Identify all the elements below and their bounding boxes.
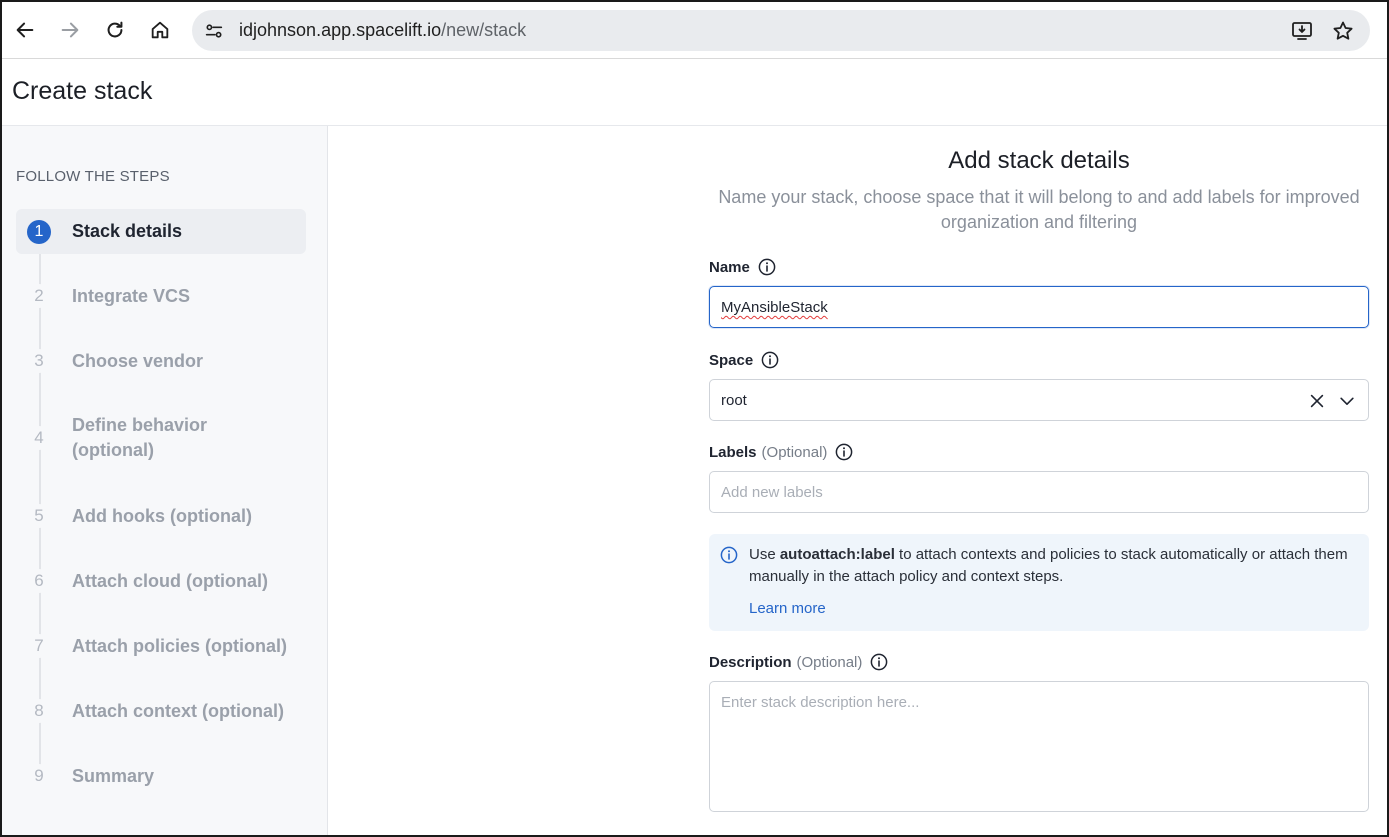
step-number: 5: [27, 504, 51, 528]
step-label: Stack details: [72, 221, 183, 241]
browser-window: idjohnson.app.spacelift.io/new/stack Cre…: [0, 0, 1389, 837]
step-stack-details[interactable]: 1 Stack details: [16, 209, 306, 254]
step-label: Attach policies (optional): [72, 635, 288, 656]
steps-sidebar: FOLLOW THE STEPS 1 Stack details 2 Integ…: [2, 126, 328, 835]
callout-keyword: autoattach:label: [779, 546, 895, 563]
form-header: Add stack details Name your stack, choos…: [709, 147, 1369, 235]
callout-text: Use autoattach:label to attach contexts …: [749, 544, 1349, 588]
callout-prefix: Use: [749, 546, 780, 563]
info-icon[interactable]: [758, 258, 776, 276]
site-settings-icon[interactable]: [202, 19, 226, 43]
step-label: Attach context (optional): [72, 700, 284, 721]
step-label: Attach cloud (optional): [72, 570, 268, 591]
step-integrate-vcs[interactable]: 2 Integrate VCS: [16, 282, 306, 310]
forward-button[interactable]: [53, 13, 87, 47]
form-title: Add stack details: [948, 147, 1130, 174]
step-number: 9: [27, 764, 51, 788]
info-icon[interactable]: [835, 443, 853, 461]
labels-label-text: Labels: [709, 443, 757, 461]
step-label: Integrate VCS: [72, 285, 191, 306]
page-title: Create stack: [12, 77, 153, 105]
step-label: Choose vendor: [72, 350, 204, 371]
autoattach-callout: Use autoattach:label to attach contexts …: [709, 534, 1369, 631]
step-choose-vendor[interactable]: 3 Choose vendor: [16, 347, 306, 375]
space-label-text: Space: [709, 351, 754, 369]
step-label: Add hooks (optional): [72, 505, 252, 526]
info-icon[interactable]: [761, 351, 779, 369]
learn-more-link[interactable]: Learn more: [749, 600, 826, 617]
step-define-behavior[interactable]: 4 Define behavior (optional): [16, 412, 306, 464]
step-number: 2: [27, 284, 51, 308]
labels-label: Labels (Optional): [709, 443, 853, 461]
step-attach-cloud[interactable]: 6 Attach cloud (optional): [16, 567, 306, 595]
optional-tag: (Optional): [796, 653, 863, 671]
info-icon: [720, 546, 738, 564]
description-textarea[interactable]: Enter stack description here...: [709, 681, 1369, 812]
step-number: 4: [27, 426, 51, 450]
steps-heading: FOLLOW THE STEPS: [16, 168, 170, 185]
step-number: 8: [27, 699, 51, 723]
page-header: Create stack: [2, 59, 1387, 126]
step-add-hooks[interactable]: 5 Add hooks (optional): [16, 502, 306, 530]
name-label: Name: [709, 258, 776, 276]
name-input[interactable]: MyAnsibleStack: [709, 286, 1369, 328]
reload-button[interactable]: [98, 13, 132, 47]
install-app-icon: [1292, 22, 1312, 40]
url-host: idjohnson.app.spacelift.io: [239, 20, 442, 40]
clear-icon[interactable]: [1307, 391, 1327, 411]
bookmark-button[interactable]: [1330, 18, 1356, 44]
step-label: Define behavior (optional): [72, 415, 208, 460]
browser-toolbar: idjohnson.app.spacelift.io/new/stack: [2, 2, 1387, 59]
form-subtitle: Name your stack, choose space that it wi…: [718, 187, 1360, 232]
space-select-value: root: [721, 392, 747, 409]
description-label: Description (Optional): [709, 653, 888, 671]
install-app-button[interactable]: [1289, 18, 1315, 44]
step-attach-context[interactable]: 8 Attach context (optional): [16, 697, 306, 725]
step-number: 1: [27, 219, 51, 244]
description-label-text: Description: [709, 653, 792, 671]
back-button[interactable]: [8, 13, 42, 47]
labels-input[interactable]: Add new labels: [709, 471, 1369, 513]
url-text[interactable]: idjohnson.app.spacelift.io/new/stack: [239, 20, 526, 41]
reload-icon: [107, 21, 123, 38]
arrow-right-icon: [61, 22, 79, 38]
description-placeholder: Enter stack description here...: [721, 694, 920, 711]
arrow-left-icon: [16, 22, 34, 38]
step-number: 6: [27, 569, 51, 593]
step-label: Summary: [72, 765, 155, 786]
home-button[interactable]: [143, 13, 177, 47]
home-icon: [151, 21, 169, 39]
optional-tag: (Optional): [761, 443, 828, 461]
step-number: 3: [27, 349, 51, 373]
step-summary[interactable]: 9 Summary: [16, 762, 306, 790]
url-path: /new/stack: [441, 20, 527, 40]
space-label: Space: [709, 351, 779, 369]
address-bar[interactable]: idjohnson.app.spacelift.io/new/stack: [192, 10, 1370, 51]
step-number: 7: [27, 634, 51, 658]
step-attach-policies[interactable]: 7 Attach policies (optional): [16, 632, 306, 660]
name-input-value: MyAnsibleStack: [721, 299, 828, 316]
space-select[interactable]: root: [709, 379, 1369, 421]
name-label-text: Name: [709, 258, 750, 276]
star-icon: [1333, 21, 1353, 40]
chevron-down-icon[interactable]: [1337, 391, 1357, 411]
info-icon[interactable]: [870, 653, 888, 671]
labels-input-placeholder: Add new labels: [721, 484, 823, 501]
